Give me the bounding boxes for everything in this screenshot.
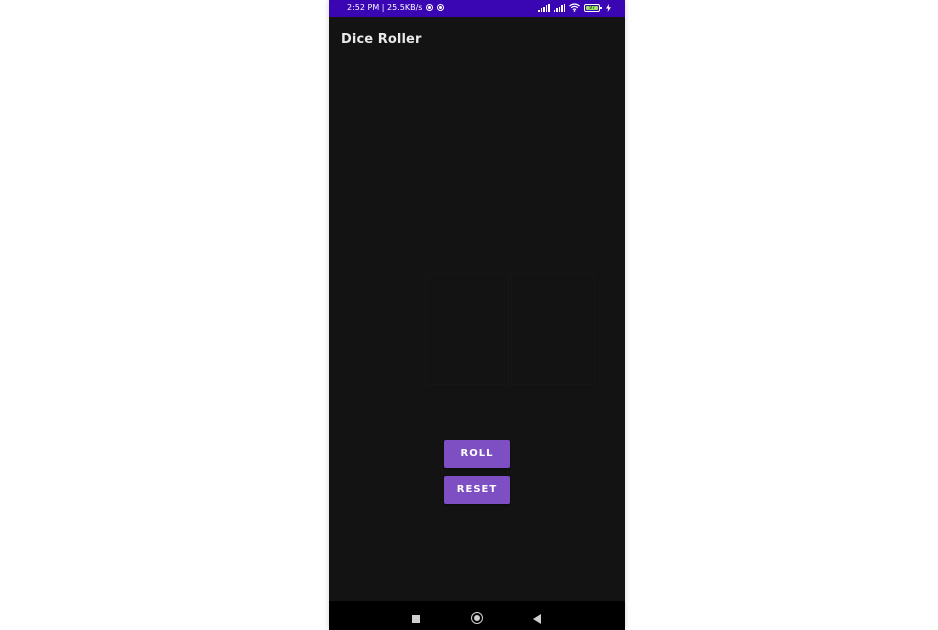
app-title: Dice Roller (341, 32, 422, 47)
recents-icon[interactable] (412, 615, 420, 623)
battery-icon: 97 (584, 3, 602, 12)
navigation-bar (329, 601, 625, 630)
status-right: 97 (538, 3, 611, 12)
signal-icon (538, 3, 550, 12)
signal-icon (553, 3, 565, 12)
status-time-speed: 2:52 PM | 25.5KB/s (347, 3, 423, 12)
charging-icon (606, 3, 611, 12)
status-bar: 2:52 PM | 25.5KB/s 97 (329, 0, 625, 17)
dice-image-left (425, 273, 509, 385)
status-left: 2:52 PM | 25.5KB/s (347, 3, 445, 12)
app-notification-icon (426, 4, 434, 11)
app-notification-icon (437, 4, 445, 11)
reset-button[interactable]: RESET (444, 476, 510, 504)
phone-screen: 2:52 PM | 25.5KB/s 97 Dice Roller ROLL R… (329, 0, 625, 630)
roll-button[interactable]: ROLL (444, 440, 510, 468)
dice-area (365, 273, 589, 383)
app-bar: Dice Roller (329, 17, 625, 63)
battery-level: 97 (588, 4, 596, 11)
wifi-icon (569, 3, 580, 12)
back-icon[interactable] (533, 614, 541, 624)
home-icon[interactable] (471, 612, 483, 624)
main-content: ROLL RESET (329, 63, 625, 601)
dice-image-right (511, 273, 595, 385)
